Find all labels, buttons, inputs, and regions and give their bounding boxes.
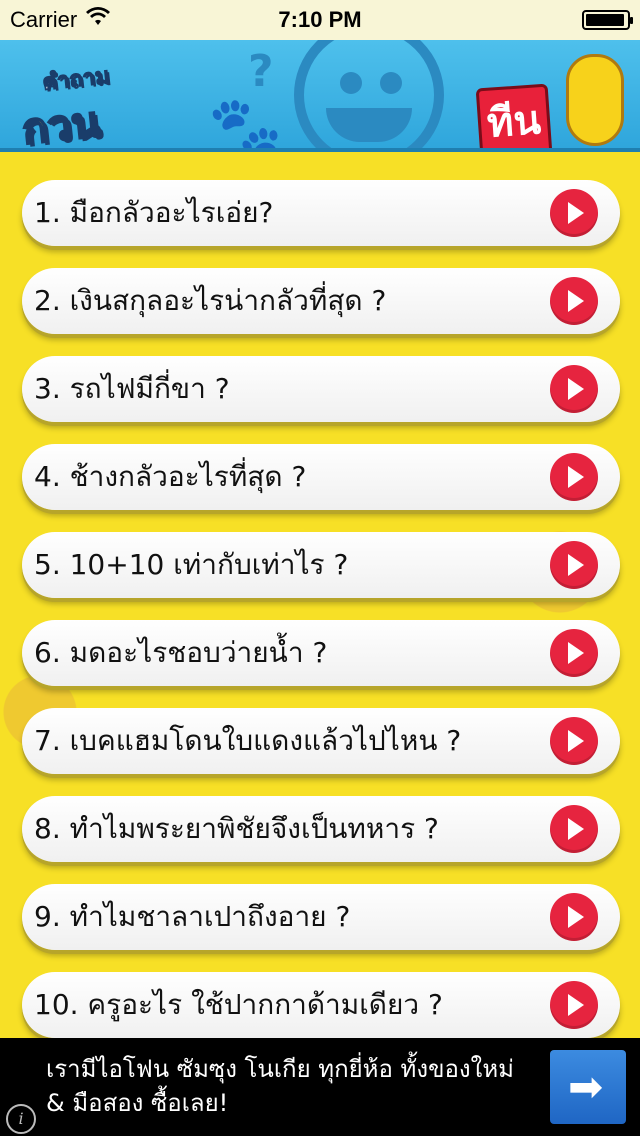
foot-icon — [566, 54, 624, 146]
question-mark-icon: ? — [248, 46, 274, 97]
question-label: 4. ช้างกลัวอะไรที่สุด ? — [34, 460, 307, 493]
battery-icon — [582, 10, 633, 30]
ad-banner[interactable]: เรามีไอโฟน ซัมซุง โนเกีย ทุกยี่ห้อ ทั้งข… — [0, 1038, 640, 1136]
status-bar: Carrier 7:10 PM — [0, 0, 640, 40]
play-icon[interactable] — [550, 277, 598, 325]
info-icon[interactable]: i — [6, 1104, 36, 1134]
question-label: 2. เงินสกุลอะไรน่ากลัวที่สุด ? — [34, 284, 387, 317]
question-label: 6. มดอะไรชอบว่ายน้ำ ? — [34, 636, 328, 669]
question-row[interactable]: 8. ทำไมพระยาพิชัยจึงเป็นทหาร ? — [22, 796, 620, 862]
play-icon[interactable] — [550, 893, 598, 941]
smiley-face-icon — [294, 40, 444, 148]
play-icon[interactable] — [550, 189, 598, 237]
app-header: คำถาม กวน 🐾 ? ทีน — [0, 40, 640, 152]
play-icon[interactable] — [550, 453, 598, 501]
play-icon[interactable] — [550, 981, 598, 1029]
question-list[interactable]: 1. มือกลัวอะไรเอ่ย? 2. เงินสกุลอะไรน่ากล… — [0, 152, 640, 1038]
question-row[interactable]: 5. 10+10 เท่ากับเท่าไร ? — [22, 532, 620, 598]
play-icon[interactable] — [550, 717, 598, 765]
question-row[interactable]: 2. เงินสกุลอะไรน่ากลัวที่สุด ? — [22, 268, 620, 334]
battery-fill — [586, 14, 624, 26]
question-label: 10. ครูอะไร ใช้ปากกาด้ามเดียว ? — [34, 988, 443, 1021]
ad-text: เรามีไอโฟน ซัมซุง โนเกีย ทุกยี่ห้อ ทั้งข… — [46, 1055, 514, 1117]
question-row[interactable]: 9. ทำไมชาลาเปาถึงอาย ? — [22, 884, 620, 950]
question-row[interactable]: 1. มือกลัวอะไรเอ่ย? — [22, 180, 620, 246]
app-logo-left: คำถาม กวน — [19, 58, 172, 148]
question-label: 8. ทำไมพระยาพิชัยจึงเป็นทหาร ? — [34, 812, 439, 845]
question-label: 9. ทำไมชาลาเปาถึงอาย ? — [34, 900, 351, 933]
paw-icon: 🐾 — [208, 93, 283, 152]
question-row[interactable]: 4. ช้างกลัวอะไรที่สุด ? — [22, 444, 620, 510]
arrow-right-icon: ➡ — [568, 1062, 604, 1111]
play-icon[interactable] — [550, 365, 598, 413]
question-label: 3. รถไฟมีกี่ขา ? — [34, 372, 230, 405]
status-time: 7:10 PM — [278, 7, 362, 32]
logo-left-line2: กวน — [19, 96, 103, 152]
question-row[interactable]: 6. มดอะไรชอบว่ายน้ำ ? — [22, 620, 620, 686]
logo-right-text: ทีน — [475, 83, 553, 148]
play-icon[interactable] — [550, 629, 598, 677]
question-label: 1. มือกลัวอะไรเอ่ย? — [34, 196, 274, 229]
play-icon[interactable] — [550, 541, 598, 589]
question-label: 5. 10+10 เท่ากับเท่าไร ? — [34, 548, 349, 581]
question-row[interactable]: 10. ครูอะไร ใช้ปากกาด้ามเดียว ? — [22, 972, 620, 1038]
play-icon[interactable] — [550, 805, 598, 853]
question-label: 7. เบคแฮมโดนใบแดงแล้วไปไหน ? — [34, 724, 462, 757]
question-row[interactable]: 7. เบคแฮมโดนใบแดงแล้วไปไหน ? — [22, 708, 620, 774]
question-row[interactable]: 3. รถไฟมีกี่ขา ? — [22, 356, 620, 422]
app-logo-right: ทีน — [475, 54, 628, 148]
ad-arrow-button[interactable]: ➡ — [550, 1050, 626, 1124]
